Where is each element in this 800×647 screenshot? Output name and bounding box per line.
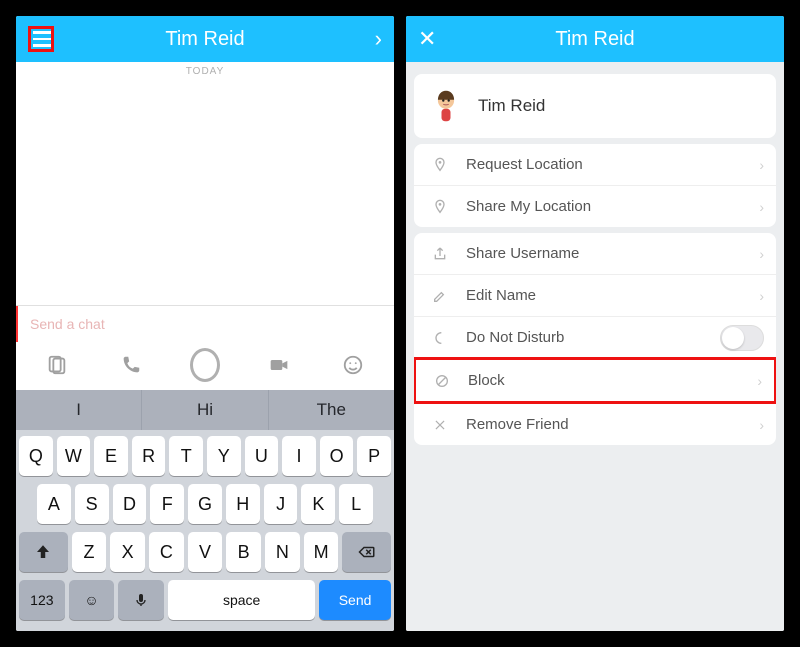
- chat-action-bar: [16, 342, 394, 390]
- keyboard: Q W E R T Y U I O P A S D F G H J K L: [16, 430, 394, 631]
- suggestion-item[interactable]: I: [16, 390, 142, 430]
- row-label: Block: [468, 372, 505, 389]
- chat-header-title: Tim Reid: [165, 28, 244, 51]
- chat-body: TODAY Send a chat: [16, 62, 394, 390]
- location-pin-icon: [428, 157, 452, 173]
- block-icon: [430, 373, 454, 389]
- profile-screen: ✕ Tim Reid Tim Reid: [406, 16, 784, 631]
- chat-screen: Tim Reid › TODAY Send a chat: [16, 16, 394, 631]
- key-t[interactable]: T: [169, 436, 203, 476]
- key-c[interactable]: C: [149, 532, 184, 572]
- block-row[interactable]: Block ›: [414, 357, 776, 404]
- chevron-right-icon: ›: [757, 373, 762, 389]
- key-e[interactable]: E: [94, 436, 128, 476]
- moon-icon: [428, 330, 452, 346]
- key-r[interactable]: R: [132, 436, 166, 476]
- key-123[interactable]: 123: [19, 580, 65, 620]
- chevron-right-icon: ›: [759, 246, 764, 262]
- chevron-right-icon: ›: [759, 157, 764, 173]
- key-w[interactable]: W: [57, 436, 91, 476]
- menu-icon[interactable]: [28, 26, 54, 52]
- row-label: Edit Name: [466, 287, 536, 304]
- key-l[interactable]: L: [339, 484, 373, 524]
- key-space[interactable]: space: [168, 580, 315, 620]
- profile-row[interactable]: Tim Reid: [414, 74, 776, 138]
- keyboard-suggestion-bar: I Hi The: [16, 390, 394, 430]
- row-label: Do Not Disturb: [466, 329, 564, 346]
- key-send[interactable]: Send: [319, 580, 391, 620]
- profile-body: Tim Reid Request Location › Share My Loc…: [406, 62, 784, 631]
- chat-input[interactable]: Send a chat: [16, 306, 394, 342]
- key-k[interactable]: K: [301, 484, 335, 524]
- key-z[interactable]: Z: [72, 532, 107, 572]
- key-i[interactable]: I: [282, 436, 316, 476]
- dnd-toggle[interactable]: [720, 325, 764, 351]
- key-n[interactable]: N: [265, 532, 300, 572]
- key-s[interactable]: S: [75, 484, 109, 524]
- location-pin-icon: [428, 199, 452, 215]
- share-username-row[interactable]: Share Username ›: [414, 233, 776, 274]
- phone-icon[interactable]: [116, 350, 146, 380]
- key-v[interactable]: V: [188, 532, 223, 572]
- key-q[interactable]: Q: [19, 436, 53, 476]
- key-shift[interactable]: [19, 532, 68, 572]
- do-not-disturb-row[interactable]: Do Not Disturb: [414, 316, 776, 358]
- profile-header: ✕ Tim Reid: [406, 16, 784, 62]
- key-x[interactable]: X: [110, 532, 145, 572]
- chevron-right-icon[interactable]: ›: [375, 26, 382, 52]
- location-card: Request Location › Share My Location ›: [414, 144, 776, 227]
- video-icon[interactable]: [264, 350, 294, 380]
- suggestion-item[interactable]: The: [269, 390, 394, 430]
- edit-name-row[interactable]: Edit Name ›: [414, 274, 776, 316]
- chat-input-area: Send a chat: [16, 305, 394, 390]
- profile-name: Tim Reid: [478, 96, 545, 116]
- key-g[interactable]: G: [188, 484, 222, 524]
- row-label: Share My Location: [466, 198, 591, 215]
- key-o[interactable]: O: [320, 436, 354, 476]
- key-a[interactable]: A: [37, 484, 71, 524]
- smiley-icon[interactable]: [338, 350, 368, 380]
- chat-header: Tim Reid ›: [16, 16, 394, 62]
- key-y[interactable]: Y: [207, 436, 241, 476]
- key-j[interactable]: J: [264, 484, 298, 524]
- close-icon[interactable]: ✕: [418, 26, 436, 52]
- request-location-row[interactable]: Request Location ›: [414, 144, 776, 185]
- chevron-right-icon: ›: [759, 288, 764, 304]
- suggestion-item[interactable]: Hi: [142, 390, 268, 430]
- profile-card: Tim Reid: [414, 74, 776, 138]
- shutter-icon[interactable]: [190, 350, 220, 380]
- bitmoji-avatar-icon: [428, 88, 464, 124]
- remove-friend-row[interactable]: Remove Friend ›: [414, 403, 776, 445]
- pencil-icon: [428, 288, 452, 304]
- key-b[interactable]: B: [226, 532, 261, 572]
- chevron-right-icon: ›: [759, 199, 764, 215]
- key-emoji[interactable]: ☺: [69, 580, 115, 620]
- settings-card: Share Username › Edit Name › Do Not Dist…: [414, 233, 776, 445]
- share-location-row[interactable]: Share My Location ›: [414, 185, 776, 227]
- tutorial-frame: Tim Reid › TODAY Send a chat: [0, 0, 800, 647]
- row-label: Remove Friend: [466, 416, 569, 433]
- x-icon: [428, 418, 452, 432]
- key-mic[interactable]: [118, 580, 164, 620]
- share-icon: [428, 246, 452, 262]
- key-d[interactable]: D: [113, 484, 147, 524]
- sticker-icon[interactable]: [42, 350, 72, 380]
- row-label: Request Location: [466, 156, 583, 173]
- row-label: Share Username: [466, 245, 579, 262]
- key-f[interactable]: F: [150, 484, 184, 524]
- key-u[interactable]: U: [245, 436, 279, 476]
- key-m[interactable]: M: [304, 532, 339, 572]
- key-p[interactable]: P: [357, 436, 391, 476]
- key-backspace[interactable]: [342, 532, 391, 572]
- chevron-right-icon: ›: [759, 417, 764, 433]
- chat-date-label: TODAY: [16, 62, 394, 77]
- key-h[interactable]: H: [226, 484, 260, 524]
- profile-header-title: Tim Reid: [555, 28, 634, 51]
